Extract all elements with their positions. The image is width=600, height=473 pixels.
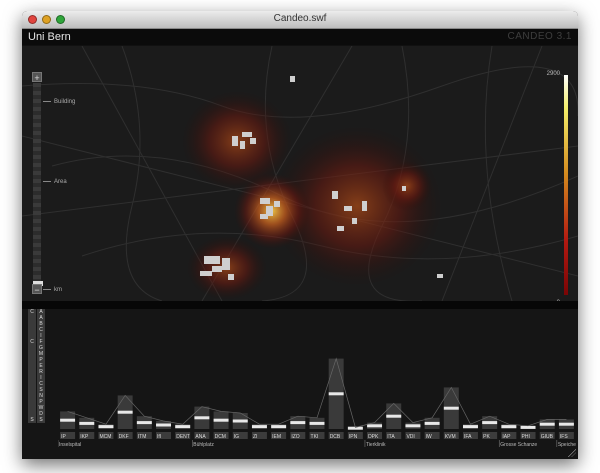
category-label: IG bbox=[234, 434, 239, 440]
bar-marker bbox=[79, 421, 95, 425]
zoom-in-button[interactable]: + bbox=[32, 72, 42, 83]
category-label: GIUB bbox=[541, 434, 554, 440]
bar-marker bbox=[558, 422, 574, 426]
bar-marker bbox=[386, 414, 402, 418]
filter-button[interactable]: S bbox=[37, 417, 45, 423]
window-titlebar: Candeo.swf bbox=[22, 11, 578, 29]
zoom-level-km: km bbox=[43, 287, 62, 293]
category-label: PHI bbox=[522, 434, 530, 440]
zoom-control[interactable]: + − bbox=[32, 72, 43, 295]
bar-marker bbox=[328, 392, 344, 396]
bar-marker bbox=[156, 423, 172, 427]
brand-logo: CANDEO 3.1 bbox=[507, 31, 572, 42]
bar-marker bbox=[60, 418, 76, 422]
category-label: ZI bbox=[253, 434, 257, 440]
category-label: IFA bbox=[464, 434, 472, 440]
bar-marker bbox=[136, 421, 152, 425]
app-window: Candeo.swf Uni Bern CANDEO 3.1 + − Build… bbox=[22, 11, 578, 459]
bar-marker bbox=[194, 416, 210, 420]
bar-marker bbox=[405, 424, 421, 428]
zoom-out-button[interactable]: − bbox=[32, 284, 42, 295]
filter-button[interactable]: S bbox=[28, 417, 36, 423]
bar-marker bbox=[539, 422, 555, 426]
category-label: DENT bbox=[176, 434, 190, 440]
category-label: IW bbox=[426, 434, 432, 440]
category-label: TKI bbox=[311, 434, 319, 440]
bar-marker bbox=[309, 421, 325, 425]
category-label: IFS bbox=[560, 434, 568, 440]
color-scale-legend bbox=[564, 75, 568, 295]
bar-marker bbox=[290, 421, 306, 425]
group-label: Grosse Schanze bbox=[500, 442, 537, 448]
category-label: IEM bbox=[272, 434, 281, 440]
zoom-level-area: Area bbox=[43, 179, 67, 185]
bar-marker bbox=[271, 425, 287, 429]
category-label: DKF bbox=[119, 434, 129, 440]
bar-marker bbox=[424, 421, 440, 425]
bar-marker bbox=[213, 418, 229, 422]
bar-marker bbox=[98, 425, 114, 429]
bar-marker bbox=[175, 425, 191, 429]
map-view[interactable]: + − Building Area km 2900 0 bbox=[22, 46, 578, 301]
resize-grip[interactable] bbox=[568, 449, 576, 457]
window-title: Candeo.swf bbox=[273, 13, 327, 24]
bar-marker bbox=[501, 425, 517, 429]
bar-chart-svg: IP IKP MCM DKF ITM IfI DENT ANA DCM IG ZI IEM IZO TKI… bbox=[58, 357, 576, 448]
zoom-level-building: Building bbox=[43, 99, 75, 105]
category-label: KVM bbox=[445, 434, 456, 440]
category-label: PK bbox=[483, 434, 490, 440]
bar-marker bbox=[520, 425, 536, 429]
bar-marker bbox=[251, 425, 267, 429]
category-label: ITM bbox=[138, 434, 147, 440]
bar-chart: IP IKP MCM DKF ITM IfI DENT ANA DCM IG ZI IEM IZO TKI… bbox=[58, 309, 578, 459]
bar-marker bbox=[232, 419, 248, 423]
category-label: ANA bbox=[195, 434, 206, 440]
category-label: IfI bbox=[157, 434, 161, 440]
app-header: Uni Bern CANDEO 3.1 bbox=[22, 29, 578, 45]
category-label: MCM bbox=[99, 434, 111, 440]
category-label: IKP bbox=[80, 434, 89, 440]
group-label: Inselspital bbox=[59, 442, 81, 448]
group-label: Bühlplatz bbox=[193, 442, 214, 448]
department-chart-panel: CCSAABCIFGMPERICSNPWDS IP IKP MCM DKF ITM IfI… bbox=[22, 309, 578, 459]
category-filter: CCSAABCIFGMPERICSNPWDS bbox=[28, 309, 54, 425]
category-label: ITA bbox=[387, 434, 395, 440]
category-label: VDI bbox=[406, 434, 414, 440]
bar-marker bbox=[443, 406, 459, 410]
category-label: DPK bbox=[368, 434, 379, 440]
group-label: Speiche bbox=[558, 442, 576, 448]
app-name: Uni Bern bbox=[28, 31, 71, 43]
category-label: IPN bbox=[349, 434, 358, 440]
bar-marker bbox=[482, 421, 498, 425]
category-label: IAP bbox=[502, 434, 511, 440]
legend-max-label: 2900 bbox=[546, 71, 560, 77]
bar-marker bbox=[117, 410, 133, 414]
category-label: DCM bbox=[215, 434, 226, 440]
panel-divider bbox=[22, 301, 578, 309]
category-label: DCB bbox=[330, 434, 341, 440]
bar-marker bbox=[367, 424, 383, 428]
heatmap-map[interactable] bbox=[22, 46, 578, 301]
zoom-track[interactable] bbox=[33, 83, 43, 286]
category-label: IZO bbox=[291, 434, 299, 440]
bar-marker bbox=[462, 425, 478, 429]
group-label: Tierklinik bbox=[366, 442, 386, 448]
category-label: IP bbox=[61, 434, 66, 440]
